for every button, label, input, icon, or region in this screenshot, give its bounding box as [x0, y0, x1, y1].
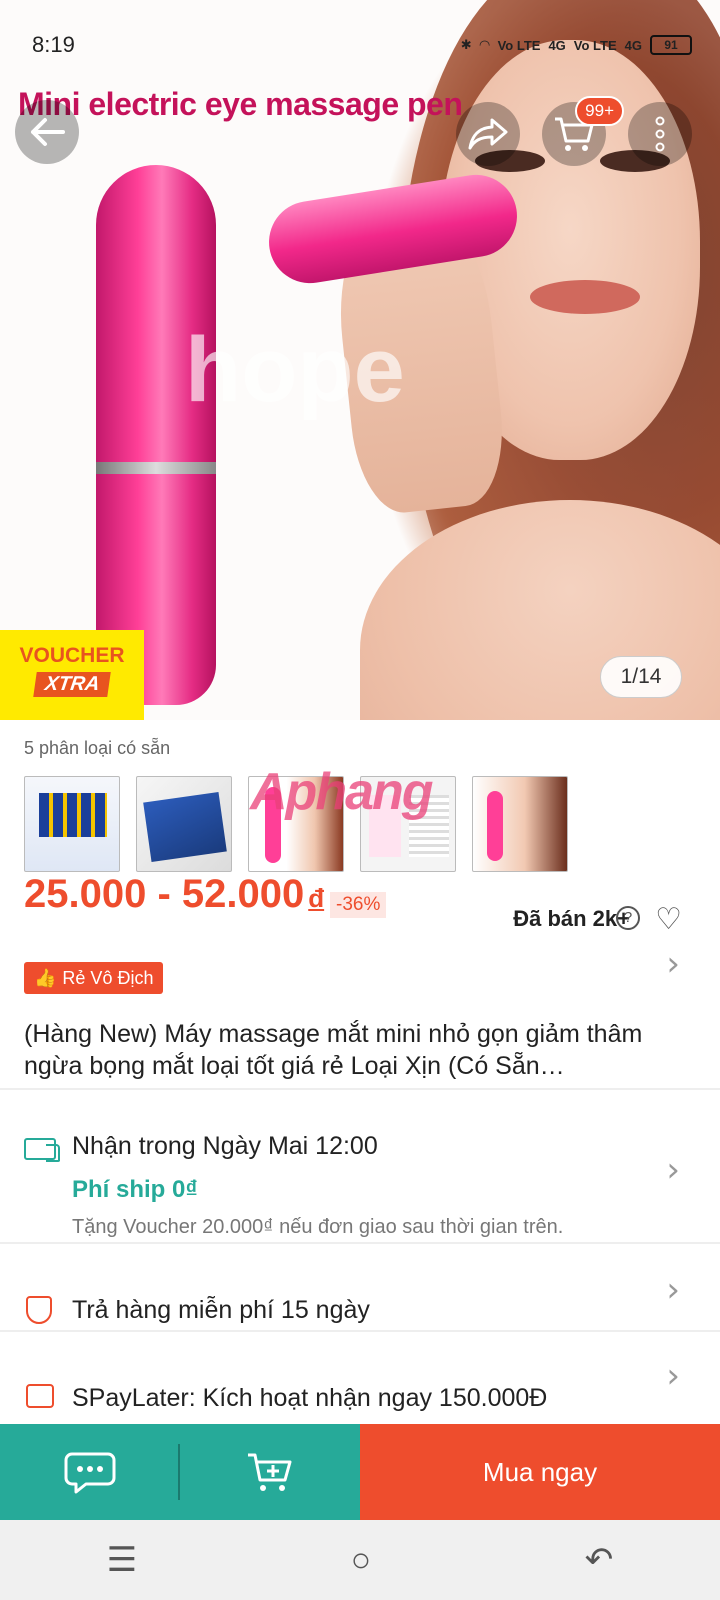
truck-icon: [24, 1138, 60, 1162]
returns-label: Trả hàng miễn phí 15 ngày: [72, 1296, 370, 1324]
delivery-eta: Nhận trong Ngày Mai 12:00: [72, 1132, 378, 1160]
spaylater-icon: [26, 1384, 54, 1408]
more-button[interactable]: [628, 102, 692, 166]
chevron-right-icon: ›: [666, 1150, 680, 1190]
thumbnail-watermark: Aphang: [250, 763, 434, 821]
voucher-label: VOUCHER: [19, 644, 125, 667]
variant-thumbnail[interactable]: [136, 776, 232, 872]
re-vo-dich-badge[interactable]: 👍 Rẻ Vô Địch: [24, 962, 164, 994]
network-label-2: Vo LTE: [573, 37, 617, 53]
variant-thumbnail[interactable]: [472, 776, 568, 872]
divider: [0, 1088, 720, 1090]
thumbs-up-icon: 👍: [34, 967, 57, 988]
more-icon: [655, 116, 665, 152]
shipping-fee: Phí ship 0₫: [72, 1176, 198, 1203]
back-nav-icon[interactable]: ↶: [585, 1540, 614, 1580]
cart-button[interactable]: 99+: [542, 96, 624, 166]
discount-badge: -36%: [330, 892, 387, 918]
share-button[interactable]: [456, 102, 520, 166]
sold-count: Đã bán 2k+: [513, 906, 630, 931]
bottom-action-bar: Mua ngay: [0, 1424, 720, 1520]
badge-label: Rẻ Vô Địch: [62, 967, 154, 988]
price-value: 25.000 - 52.000: [24, 872, 305, 916]
system-nav-bar: ☰ ○ ↶: [0, 1520, 720, 1600]
chat-icon: [64, 1452, 116, 1494]
chevron-right-icon: ›: [666, 1356, 680, 1396]
status-icons: ✱ ◠ Vo LTE 4G Vo LTE 4G 91: [461, 35, 692, 55]
status-time: 8:19: [32, 32, 75, 57]
spaylater-label: SPayLater: Kích hoạt nhận ngay 150.000Đ: [72, 1384, 548, 1412]
buy-now-button[interactable]: Mua ngay: [360, 1424, 720, 1520]
delivery-note: Tặng Voucher 20.000₫ nếu đơn giao sau th…: [72, 1216, 564, 1238]
signal-label-2: 4G: [624, 37, 642, 53]
chat-button[interactable]: [0, 1424, 180, 1520]
voucher-xtra-badge: VOUCHER XTRA: [0, 630, 144, 720]
chevron-right-icon[interactable]: ›: [666, 944, 680, 984]
home-icon[interactable]: ○: [351, 1541, 372, 1580]
chevron-right-icon: ›: [666, 1270, 680, 1310]
signal-label-1: 4G: [548, 37, 566, 53]
network-label-1: Vo LTE: [497, 37, 541, 53]
image-counter: 1/14: [600, 656, 682, 698]
share-icon: [468, 118, 508, 150]
price-range: 25.000 - 52.000 đ: [24, 872, 324, 917]
back-button[interactable]: [15, 100, 79, 164]
battery-icon: 91: [650, 35, 692, 55]
image-title: Mini electric eye massage pen: [18, 86, 463, 122]
image-pen-band: [96, 462, 216, 474]
add-to-cart-button[interactable]: [180, 1424, 360, 1520]
voucher-xtra-label: XTRA: [33, 672, 111, 697]
image-pen-large: [96, 165, 216, 705]
variants-count-label: 5 phân loại có sẵn: [24, 738, 171, 758]
status-bar: 8:19 ✱ ◠ Vo LTE 4G Vo LTE 4G 91: [0, 0, 720, 90]
divider: [0, 1330, 720, 1332]
menu-icon[interactable]: ☰: [107, 1540, 137, 1580]
image-watermark: hope: [185, 319, 405, 421]
divider: [0, 1242, 720, 1244]
variant-thumbnail[interactable]: [24, 776, 120, 872]
image-lips: [530, 280, 640, 314]
cart-count-badge: 99+: [575, 96, 624, 126]
help-icon[interactable]: ?: [616, 906, 640, 930]
wifi-icon: ◠: [479, 37, 490, 52]
product-title: (Hàng New) Máy massage mắt mini nhỏ gọn …: [24, 1020, 643, 1080]
bluetooth-icon: ✱: [460, 37, 472, 52]
shield-icon: [26, 1296, 52, 1324]
back-icon: [31, 118, 65, 146]
heart-icon[interactable]: ♡: [655, 902, 682, 937]
price-currency: đ: [308, 883, 325, 913]
add-to-cart-icon: [248, 1453, 292, 1491]
